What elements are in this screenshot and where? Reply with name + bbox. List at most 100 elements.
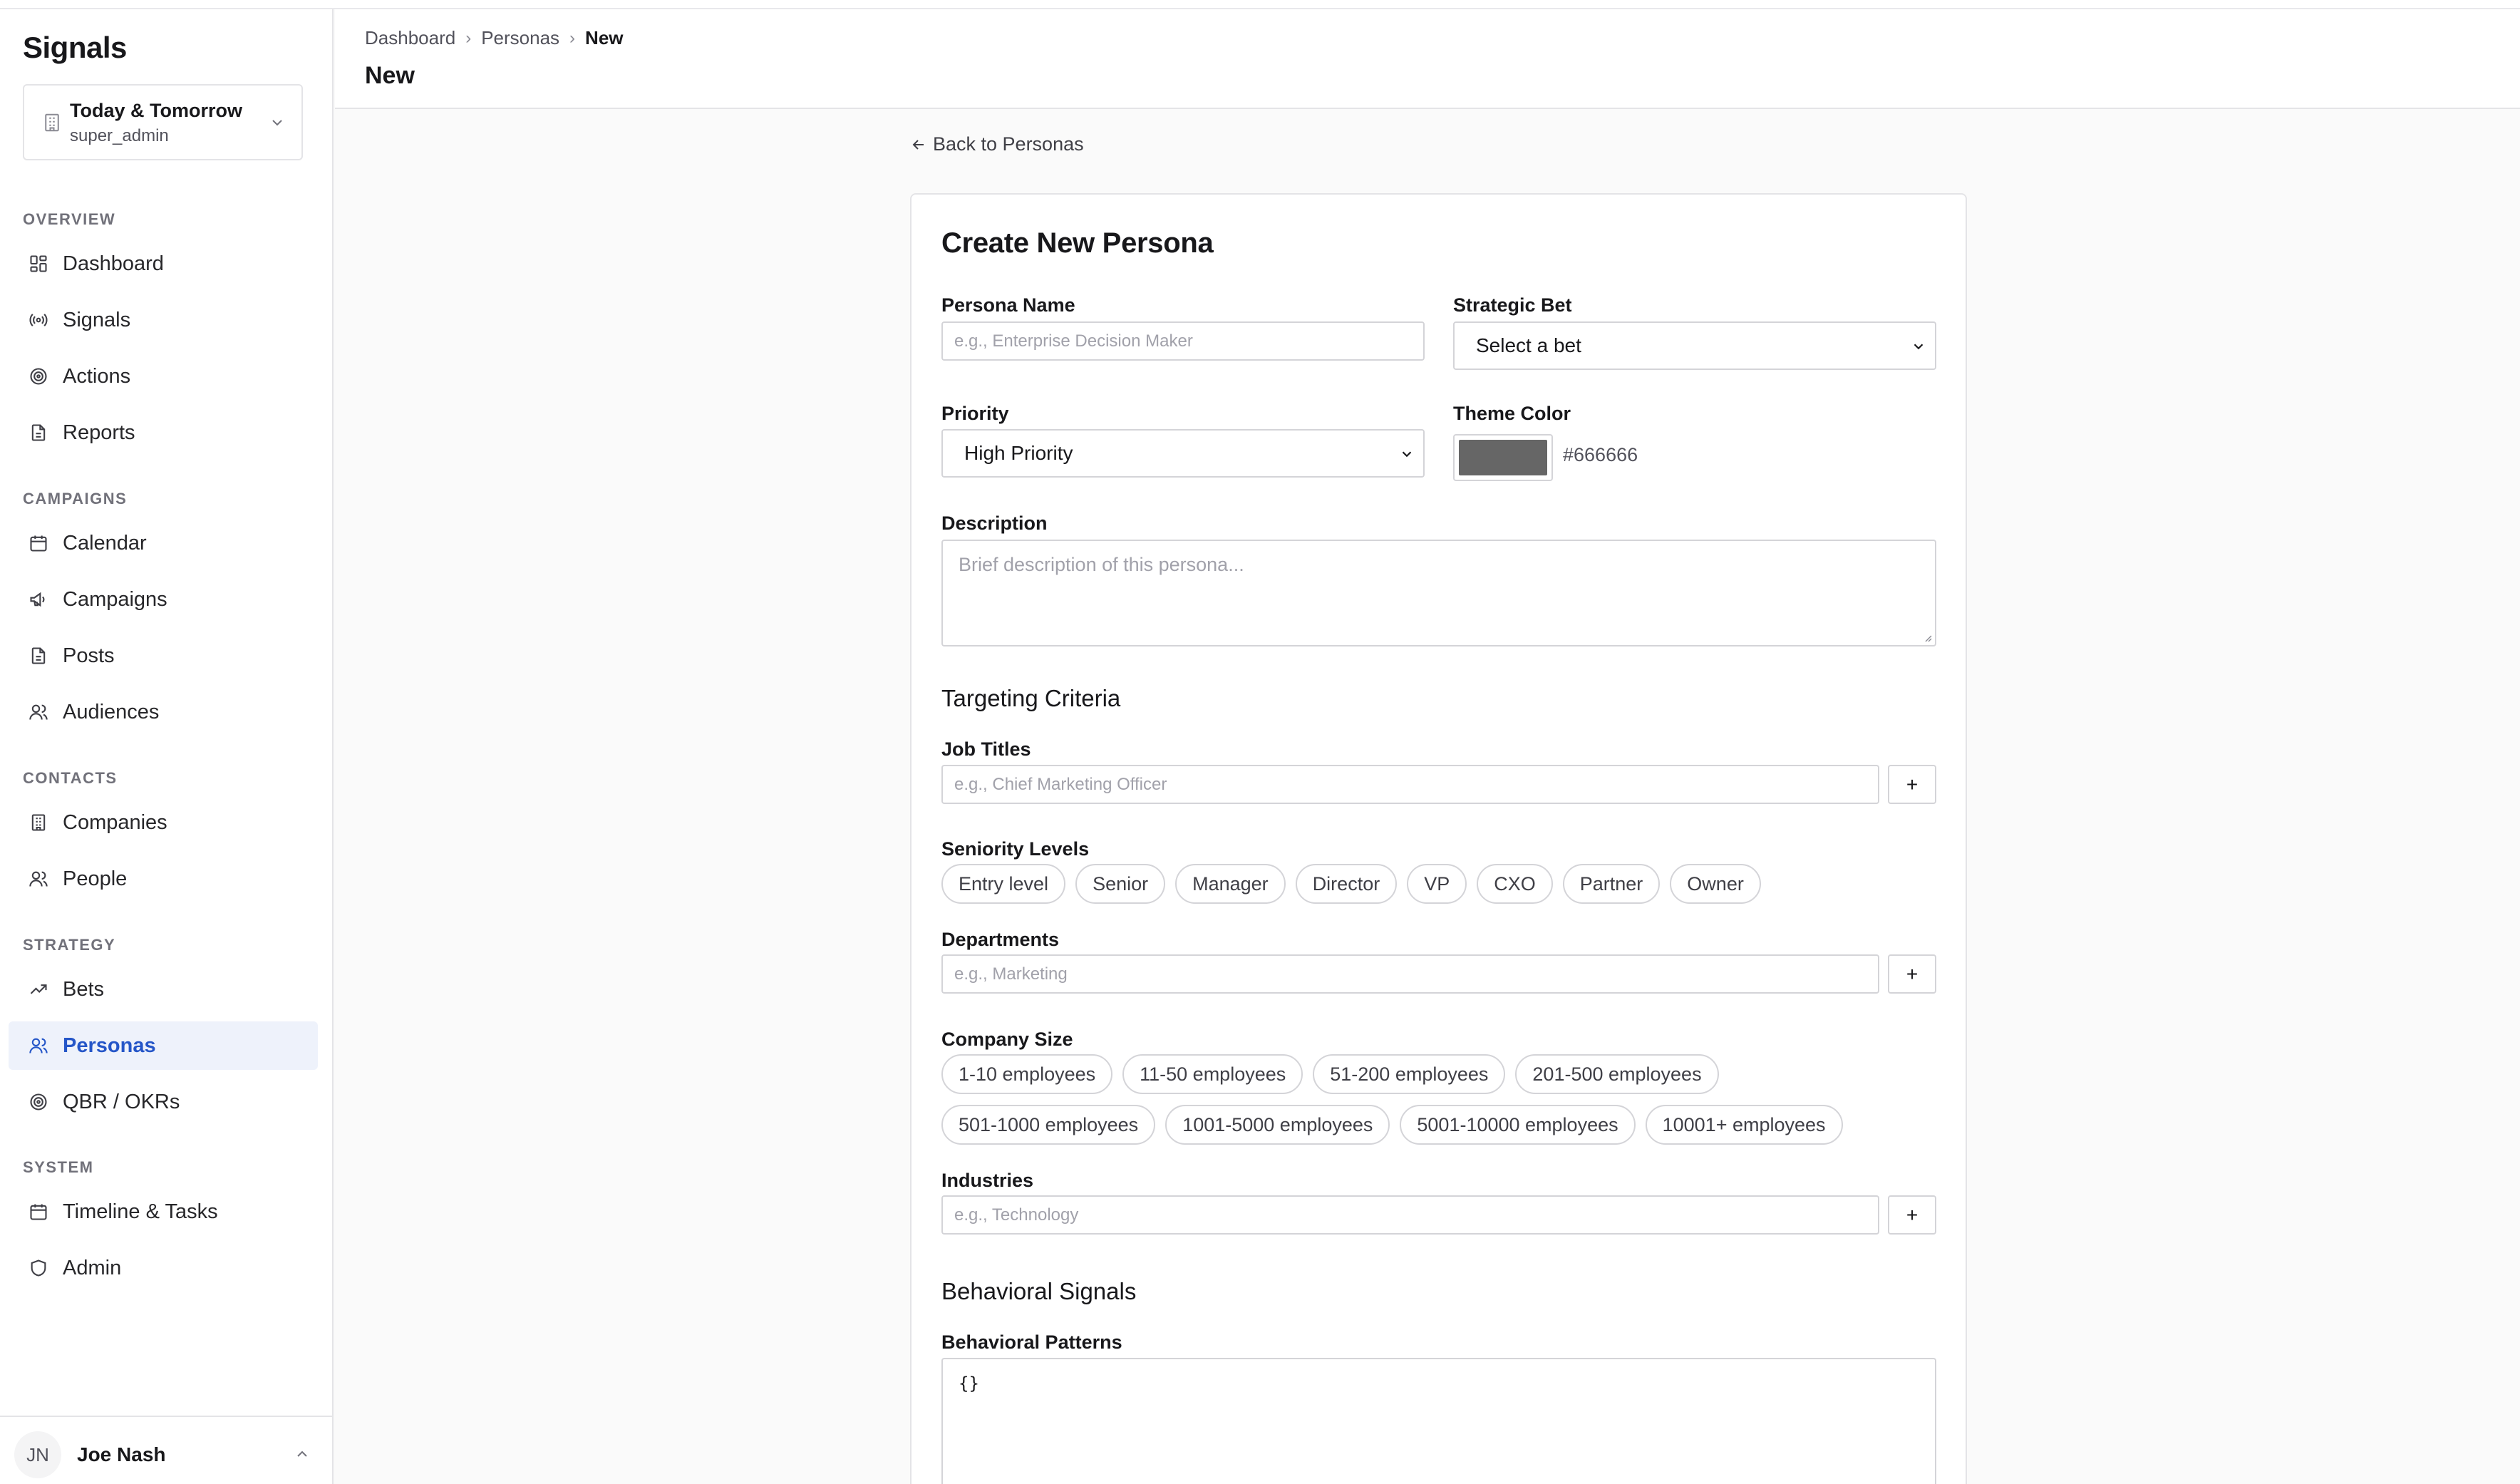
sidebar-item-label: Companies <box>63 810 167 834</box>
sidebar-item-people[interactable]: People <box>9 855 318 903</box>
behavioral-patterns-value: {} <box>959 1374 979 1393</box>
seniority-levels-label: Seniority Levels <box>941 838 1090 860</box>
sidebar-item-qbr-okrs[interactable]: QBR / OKRs <box>9 1078 318 1126</box>
chip-director[interactable]: Director <box>1295 864 1398 904</box>
chevron-down-icon <box>1402 451 1412 458</box>
workspace-switcher[interactable]: Today & Tomorrow super_admin <box>23 84 303 160</box>
sidebar-item-actions[interactable]: Actions <box>9 352 318 401</box>
theme-color-picker[interactable] <box>1453 434 1553 481</box>
chip-size-1-10[interactable]: 1-10 employees <box>941 1054 1113 1094</box>
add-job-title-button[interactable]: + <box>1888 765 1936 804</box>
sidebar-item-campaigns[interactable]: Campaigns <box>9 575 318 624</box>
chip-entry-level[interactable]: Entry level <box>941 864 1066 904</box>
top-strip <box>0 0 2520 9</box>
chip-manager[interactable]: Manager <box>1175 864 1286 904</box>
workspace-role: super_admin <box>70 126 169 145</box>
brand-title: Signals <box>23 31 127 64</box>
sidebar-item-label: Calendar <box>63 531 147 555</box>
chip-size-11-50[interactable]: 11-50 employees <box>1122 1054 1303 1094</box>
breadcrumb-personas[interactable]: Personas <box>481 27 559 49</box>
chevron-down-icon <box>272 120 282 126</box>
job-titles-input[interactable]: e.g., Chief Marketing Officer <box>941 765 1879 804</box>
avatar: JN <box>14 1431 61 1478</box>
target-icon <box>30 368 47 385</box>
document-icon <box>31 424 46 441</box>
behavioral-patterns-label: Behavioral Patterns <box>941 1331 1122 1353</box>
users-icon <box>29 704 48 720</box>
company-size-label: Company Size <box>941 1029 1073 1050</box>
sidebar-item-admin[interactable]: Admin <box>9 1244 318 1292</box>
section-strategy: STRATEGY <box>23 936 116 954</box>
chevron-down-icon <box>1914 344 1923 350</box>
trending-up-icon <box>30 984 47 994</box>
sidebar-item-companies[interactable]: Companies <box>9 798 318 847</box>
chip-size-1001-5000[interactable]: 1001-5000 employees <box>1165 1105 1390 1145</box>
departments-input[interactable]: e.g., Marketing <box>941 954 1879 994</box>
back-to-personas-link[interactable]: Back to Personas <box>910 133 1084 155</box>
behavioral-patterns-textarea[interactable]: {} <box>941 1358 1936 1484</box>
chip-size-501-1000[interactable]: 501-1000 employees <box>941 1105 1156 1145</box>
target-icon <box>30 1093 47 1111</box>
section-overview: OVERVIEW <box>23 210 116 228</box>
color-swatch <box>1459 440 1547 475</box>
section-system: SYSTEM <box>23 1158 94 1176</box>
back-link-label: Back to Personas <box>933 133 1084 155</box>
chip-size-5001-10000[interactable]: 5001-10000 employees <box>1400 1105 1636 1145</box>
sidebar-item-calendar[interactable]: Calendar <box>9 519 318 567</box>
document-icon <box>31 647 46 664</box>
chevron-up-icon <box>297 1450 307 1457</box>
sidebar-item-label: Campaigns <box>63 587 167 611</box>
sidebar-item-dashboard[interactable]: Dashboard <box>9 239 318 288</box>
behavioral-signals-heading: Behavioral Signals <box>941 1278 1137 1304</box>
job-titles-label: Job Titles <box>941 738 1031 760</box>
sidebar-item-bets[interactable]: Bets <box>9 965 318 1014</box>
megaphone-icon <box>30 592 45 607</box>
seniority-chips: Entry level Senior Manager Director VP C… <box>941 864 1761 904</box>
sidebar-item-audiences[interactable]: Audiences <box>9 688 318 736</box>
chip-size-51-200[interactable]: 51-200 employees <box>1313 1054 1506 1094</box>
company-size-chips-row1: 1-10 employees 11-50 employees 51-200 em… <box>941 1054 1719 1094</box>
strategic-bet-value: Select a bet <box>1476 334 1581 356</box>
sidebar-item-label: QBR / OKRs <box>63 1090 180 1113</box>
sidebar-item-personas[interactable]: Personas <box>9 1021 318 1070</box>
priority-select[interactable]: High Priority <box>941 429 1425 478</box>
shield-icon <box>31 1259 46 1277</box>
chevron-right-icon: › <box>569 28 576 48</box>
resize-grip-icon[interactable] <box>1922 632 1932 642</box>
chip-cxo[interactable]: CXO <box>1477 864 1553 904</box>
chip-vp[interactable]: VP <box>1407 864 1467 904</box>
chip-senior[interactable]: Senior <box>1075 864 1166 904</box>
persona-name-input[interactable]: e.g., Enterprise Decision Maker <box>941 321 1425 361</box>
sidebar-item-timeline-tasks[interactable]: Timeline & Tasks <box>9 1187 318 1236</box>
sidebar-item-label: Actions <box>63 364 131 388</box>
chip-partner[interactable]: Partner <box>1562 864 1661 904</box>
building-icon <box>45 113 59 132</box>
departments-label: Departments <box>941 929 1060 950</box>
chip-size-10001-plus[interactable]: 10001+ employees <box>1645 1105 1843 1145</box>
targeting-criteria-heading: Targeting Criteria <box>941 685 1121 711</box>
priority-value: High Priority <box>964 442 1073 464</box>
user-name: Joe Nash <box>77 1443 166 1465</box>
theme-color-value: #666666 <box>1563 444 1638 465</box>
calendar-icon <box>30 535 47 552</box>
sidebar-item-reports[interactable]: Reports <box>9 408 318 457</box>
sidebar-item-label: Admin <box>63 1256 122 1279</box>
description-textarea[interactable]: Brief description of this persona... <box>941 540 1936 646</box>
section-contacts: CONTACTS <box>23 769 118 787</box>
sidebar-item-signals[interactable]: Signals <box>9 296 318 344</box>
sidebar-item-label: Bets <box>63 977 105 1001</box>
sidebar-item-label: Signals <box>63 308 131 331</box>
breadcrumb-dashboard[interactable]: Dashboard <box>365 27 455 49</box>
sidebar-item-posts[interactable]: Posts <box>9 632 318 680</box>
chip-size-201-500[interactable]: 201-500 employees <box>1515 1054 1719 1094</box>
add-department-button[interactable]: + <box>1888 954 1936 994</box>
user-menu[interactable]: JN Joe Nash <box>0 1416 332 1484</box>
calendar-icon <box>30 1204 47 1220</box>
industries-input[interactable]: e.g., Technology <box>941 1195 1879 1235</box>
form-title: Create New Persona <box>941 227 1214 259</box>
radio-icon <box>29 314 48 326</box>
add-industry-button[interactable]: + <box>1888 1195 1936 1235</box>
strategic-bet-select[interactable]: Select a bet <box>1453 321 1936 370</box>
page-title: New <box>365 62 415 89</box>
chip-owner[interactable]: Owner <box>1670 864 1761 904</box>
